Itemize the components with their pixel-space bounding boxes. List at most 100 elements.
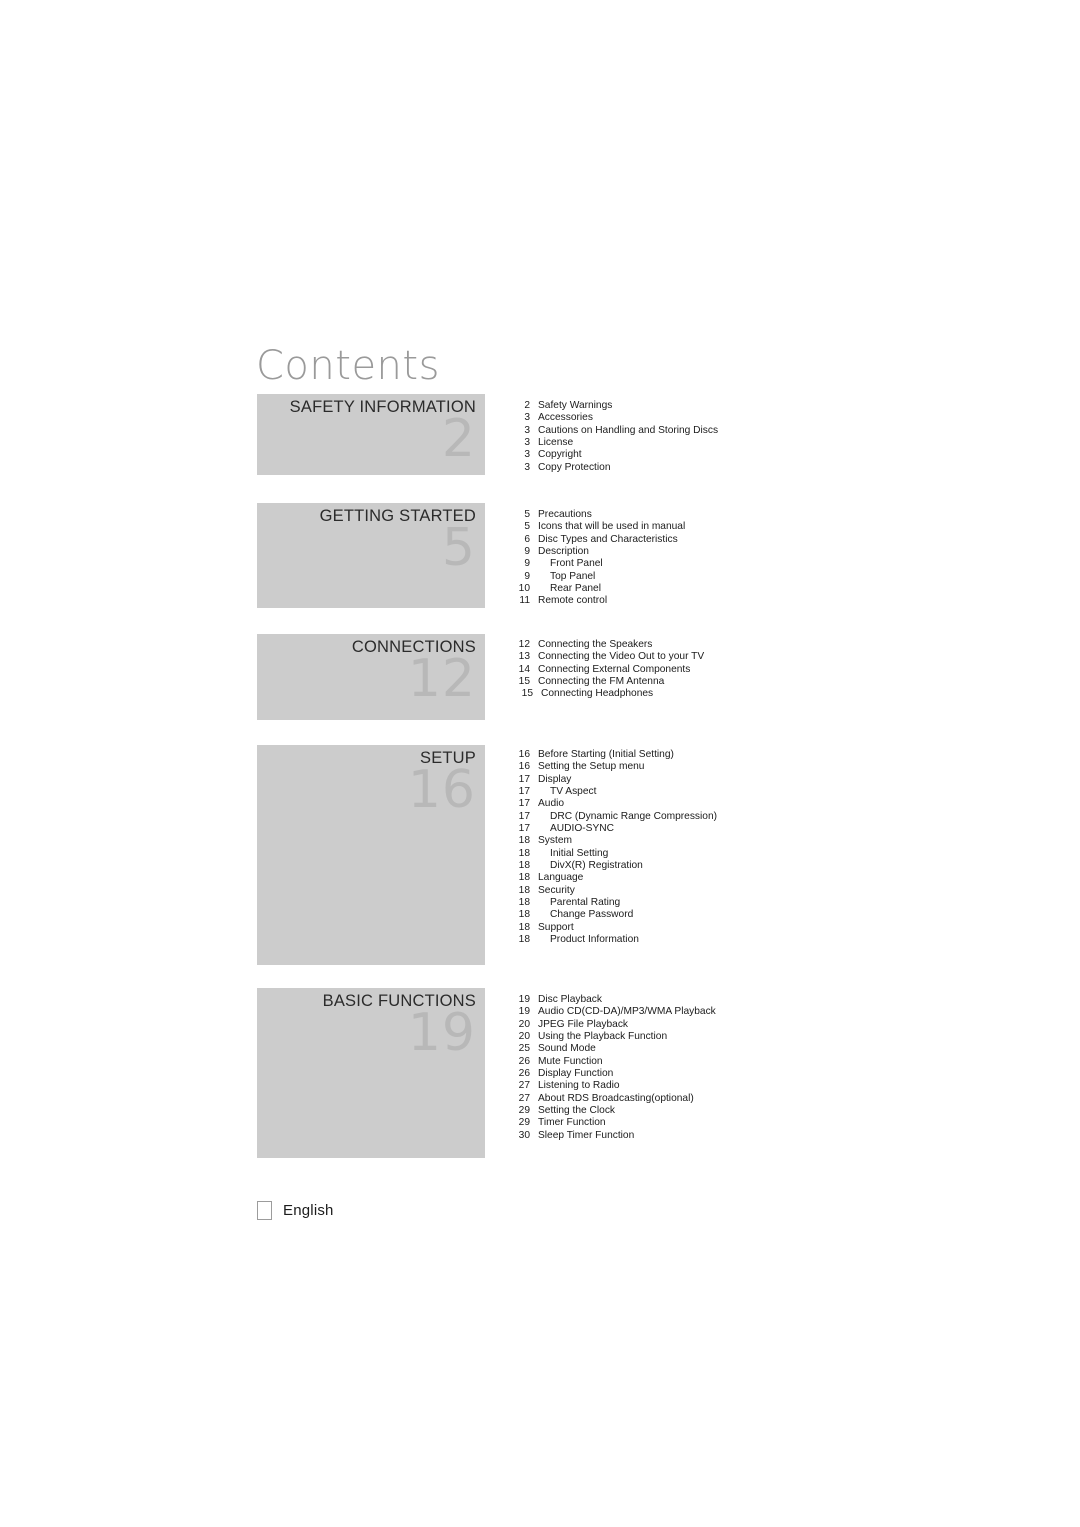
toc-entry[interactable]: 2 Safety Warnings bbox=[508, 400, 1028, 412]
toc-entry[interactable]: 6 Disc Types and Characteristics bbox=[508, 534, 1028, 546]
toc-entry-title: Safety Warnings bbox=[538, 400, 613, 411]
toc-entry[interactable]: 18 Parental Rating bbox=[508, 897, 1028, 909]
toc-entry-title: Icons that will be used in manual bbox=[538, 521, 686, 533]
toc-entry[interactable]: 3 Copy Protection bbox=[508, 462, 1028, 474]
toc-entry-title: Connecting the Speakers bbox=[538, 639, 653, 650]
footer-language-label: English bbox=[283, 1202, 334, 1219]
toc-entry[interactable]: 10 Rear Panel bbox=[508, 583, 1028, 595]
toc-entry-page: 15 bbox=[518, 676, 530, 688]
toc-entry-title: Listening to Radio bbox=[538, 1080, 620, 1092]
toc-entry-title: Connecting External Components bbox=[538, 663, 691, 675]
toc-entry-page: 26 bbox=[518, 1055, 530, 1067]
toc-entry[interactable]: 17 DRC (Dynamic Range Compression) bbox=[508, 811, 1028, 823]
toc-entry-title: Accessories bbox=[538, 412, 593, 424]
toc-entry-title: Audio bbox=[538, 798, 565, 810]
toc-entry[interactable]: 20 JPEG File Playback bbox=[508, 1019, 1028, 1031]
toc-entry[interactable]: 27 Listening to Radio bbox=[508, 1080, 1028, 1092]
toc-entry[interactable]: 5 Precautions bbox=[508, 509, 1028, 521]
toc-entry[interactable]: 17 TV Aspect bbox=[508, 786, 1028, 798]
toc-entry-title: TV Aspect bbox=[550, 786, 597, 798]
toc-entry[interactable]: 30 Sleep Timer Function bbox=[508, 1130, 1028, 1142]
toc-entry-page: 13 bbox=[518, 651, 530, 663]
toc-entry[interactable]: 18 Product Information bbox=[508, 934, 1028, 946]
toc-entry[interactable]: 15 Connecting Headphones bbox=[508, 688, 1028, 700]
toc-entry[interactable]: 3 License bbox=[508, 437, 1028, 449]
toc-entry-page: 19 bbox=[518, 1006, 530, 1018]
toc-entry[interactable]: 16 Setting the Setup menu bbox=[508, 761, 1028, 773]
toc-entry-title: Remote control bbox=[538, 595, 608, 607]
toc-entry-page: 15 bbox=[521, 688, 533, 700]
toc-entry[interactable]: 19 Disc Playback bbox=[508, 994, 1028, 1006]
toc-entry-page: 26 bbox=[518, 1068, 530, 1080]
toc-entry[interactable]: 17 Display bbox=[508, 774, 1028, 786]
toc-entry-title: Copyright bbox=[538, 449, 582, 461]
toc-entry-title: Top Panel bbox=[550, 570, 596, 582]
toc-entry[interactable]: 29 Timer Function bbox=[508, 1117, 1028, 1129]
toc-entry[interactable]: 16 Before Starting (Initial Setting) bbox=[508, 749, 1028, 761]
toc-entry-page: 3 bbox=[524, 461, 530, 473]
toc-entry-page: 20 bbox=[518, 1018, 530, 1030]
toc-entry-page: 17 bbox=[518, 823, 530, 835]
toc-entry-page: 5 bbox=[524, 509, 530, 520]
toc-entry-title: Precautions bbox=[538, 509, 592, 520]
toc-entry-title: Sound Mode bbox=[538, 1043, 596, 1055]
toc-entry-title: Product Information bbox=[550, 934, 639, 946]
toc-entry[interactable]: 18 System bbox=[508, 835, 1028, 847]
toc-entry-title: Support bbox=[538, 921, 574, 933]
toc-entry-title: Language bbox=[538, 872, 584, 884]
section-start-page-number: 19 bbox=[407, 1003, 476, 1063]
toc-entry-page: 11 bbox=[519, 595, 530, 607]
toc-entry[interactable]: 3 Copyright bbox=[508, 449, 1028, 461]
toc-entry-title: Connecting the FM Antenna bbox=[538, 676, 665, 688]
toc-entry[interactable]: 25 Sound Mode bbox=[508, 1043, 1028, 1055]
toc-entry-title: AUDIO-SYNC bbox=[550, 823, 614, 835]
toc-entry-page: 27 bbox=[518, 1092, 530, 1104]
toc-entry[interactable]: 9 Description bbox=[508, 546, 1028, 558]
toc-entry-page: 18 bbox=[518, 934, 530, 946]
toc-entry[interactable]: 15 Connecting the FM Antenna bbox=[508, 676, 1028, 688]
section-start-page-number: 2 bbox=[441, 409, 476, 469]
toc-entry[interactable]: 29 Setting the Clock bbox=[508, 1105, 1028, 1117]
toc-entry-title: Display bbox=[538, 773, 572, 785]
toc-entry-title: License bbox=[538, 437, 574, 449]
toc-entry-title: Audio CD(CD-DA)/MP3/WMA Playback bbox=[538, 1006, 716, 1018]
toc-entry[interactable]: 26 Display Function bbox=[508, 1068, 1028, 1080]
toc-entry-page: 18 bbox=[518, 860, 530, 872]
toc-entry[interactable]: 18 Language bbox=[508, 872, 1028, 884]
toc-entry[interactable]: 9 Front Panel bbox=[508, 558, 1028, 570]
toc-entry[interactable]: 3 Accessories bbox=[508, 412, 1028, 424]
toc-entry-page: 3 bbox=[524, 424, 530, 436]
toc-entry[interactable]: 18 Support bbox=[508, 922, 1028, 934]
toc-entry-page: 17 bbox=[518, 773, 530, 785]
toc-entry-title: Connecting Headphones bbox=[541, 688, 654, 700]
toc-entry-page: 9 bbox=[524, 546, 530, 558]
toc-entry-title: Disc Playback bbox=[538, 994, 602, 1005]
toc-entry[interactable]: 19 Audio CD(CD-DA)/MP3/WMA Playback bbox=[508, 1006, 1028, 1018]
toc-entry[interactable]: 17 Audio bbox=[508, 798, 1028, 810]
toc-entry[interactable]: 14 Connecting External Components bbox=[508, 664, 1028, 676]
toc-entry[interactable]: 18 Initial Setting bbox=[508, 848, 1028, 860]
toc-entry-page: 27 bbox=[518, 1080, 530, 1092]
toc-entry[interactable]: 11 Remote control bbox=[508, 595, 1028, 607]
toc-entry-page: 25 bbox=[518, 1043, 530, 1055]
toc-entry-page: 17 bbox=[518, 810, 530, 822]
toc-entry-page: 18 bbox=[518, 847, 530, 859]
toc-entry[interactable]: 9 Top Panel bbox=[508, 571, 1028, 583]
toc-entry[interactable]: 20 Using the Playback Function bbox=[508, 1031, 1028, 1043]
missing-glyph-box-icon bbox=[257, 1201, 272, 1220]
toc-entry[interactable]: 12 Connecting the Speakers bbox=[508, 639, 1028, 651]
toc-entry[interactable]: 18 Change Password bbox=[508, 909, 1028, 921]
toc-entry[interactable]: 5 Icons that will be used in manual bbox=[508, 521, 1028, 533]
toc-entry[interactable]: 3 Cautions on Handling and Storing Discs bbox=[508, 425, 1028, 437]
toc-entry-page: 17 bbox=[518, 786, 530, 798]
toc-entry[interactable]: 17 AUDIO-SYNC bbox=[508, 823, 1028, 835]
toc-entry-title: Connecting the Video Out to your TV bbox=[538, 651, 705, 663]
toc-entry[interactable]: 18 Security bbox=[508, 885, 1028, 897]
toc-entry-page: 14 bbox=[518, 663, 530, 675]
toc-entry[interactable]: 26 Mute Function bbox=[508, 1056, 1028, 1068]
section-start-page-number: 5 bbox=[441, 518, 476, 578]
toc-entry[interactable]: 18 DivX(R) Registration bbox=[508, 860, 1028, 872]
toc-entry[interactable]: 27 About RDS Broadcasting(optional) bbox=[508, 1093, 1028, 1105]
section-start-page-number: 16 bbox=[407, 760, 476, 820]
toc-entry[interactable]: 13 Connecting the Video Out to your TV bbox=[508, 651, 1028, 663]
